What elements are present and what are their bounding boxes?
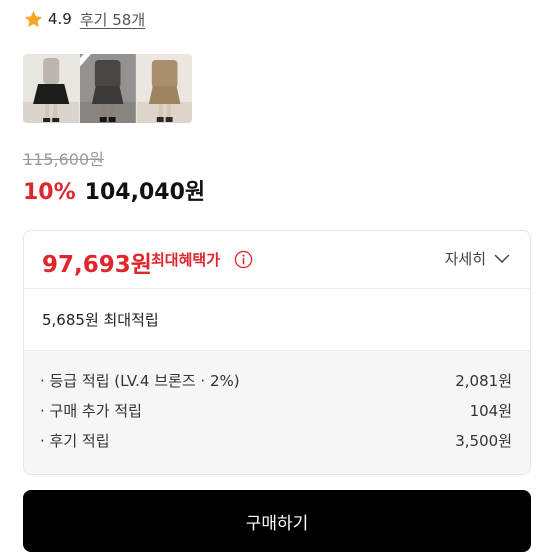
point-row-purchase: · 구매 추가 적립 104원	[24, 395, 530, 425]
thumbnail-grey-blazer-outfit[interactable]	[79, 54, 136, 123]
review-count-link[interactable]: 후기 58개	[80, 9, 145, 30]
rating-row: 4.9 후기 58개	[23, 6, 145, 32]
points-list: · 등급 적립 (LV.4 브론즈 · 2%) 2,081원 · 구매 추가 적…	[24, 351, 530, 474]
buy-button[interactable]: 구매하기	[23, 490, 531, 552]
point-row-grade: · 등급 적립 (LV.4 브론즈 · 2%) 2,081원	[24, 365, 530, 395]
point-row-review: · 후기 적립 3,500원	[24, 425, 530, 455]
star-icon	[25, 10, 42, 27]
discount-rate: 10%	[23, 180, 76, 205]
rating-score: 4.9	[48, 10, 72, 28]
outfit-image	[23, 54, 80, 123]
point-value: 104원	[469, 401, 512, 420]
benefit-box: 97,693원 최대혜택가 자세히 5,685원 최대적립 · 등급 적립 (L…	[23, 230, 531, 475]
benefit-header: 97,693원 최대혜택가 자세히	[24, 231, 530, 289]
points-summary-text: 5,685원 최대적립	[42, 311, 159, 329]
point-value: 3,500원	[455, 431, 512, 450]
color-option-thumbnails	[23, 54, 192, 123]
max-benefit-label: 최대혜택가	[151, 251, 221, 269]
thumbnail-beige-blazer-outfit[interactable]	[135, 54, 192, 123]
chevron-down-icon	[494, 254, 510, 263]
info-icon[interactable]	[234, 250, 253, 269]
point-label: · 등급 적립 (LV.4 브론즈 · 2%)	[40, 371, 240, 390]
detail-label: 자세히	[444, 250, 486, 268]
sale-price: 104,040원	[84, 180, 206, 205]
check-icon	[80, 54, 92, 67]
point-label: · 구매 추가 적립	[40, 401, 142, 420]
detail-toggle-button[interactable]: 자세히	[445, 248, 510, 269]
thumbnail-black-skirt-outfit[interactable]	[23, 54, 80, 123]
outfit-image	[136, 54, 192, 123]
max-benefit-price: 97,693원	[42, 252, 152, 278]
points-summary: 5,685원 최대적립	[24, 289, 530, 351]
price-row: 10% 104,040원	[23, 174, 205, 206]
point-label: · 후기 적립	[40, 431, 110, 450]
point-value: 2,081원	[455, 371, 512, 390]
original-price: 115,600원	[23, 150, 104, 169]
